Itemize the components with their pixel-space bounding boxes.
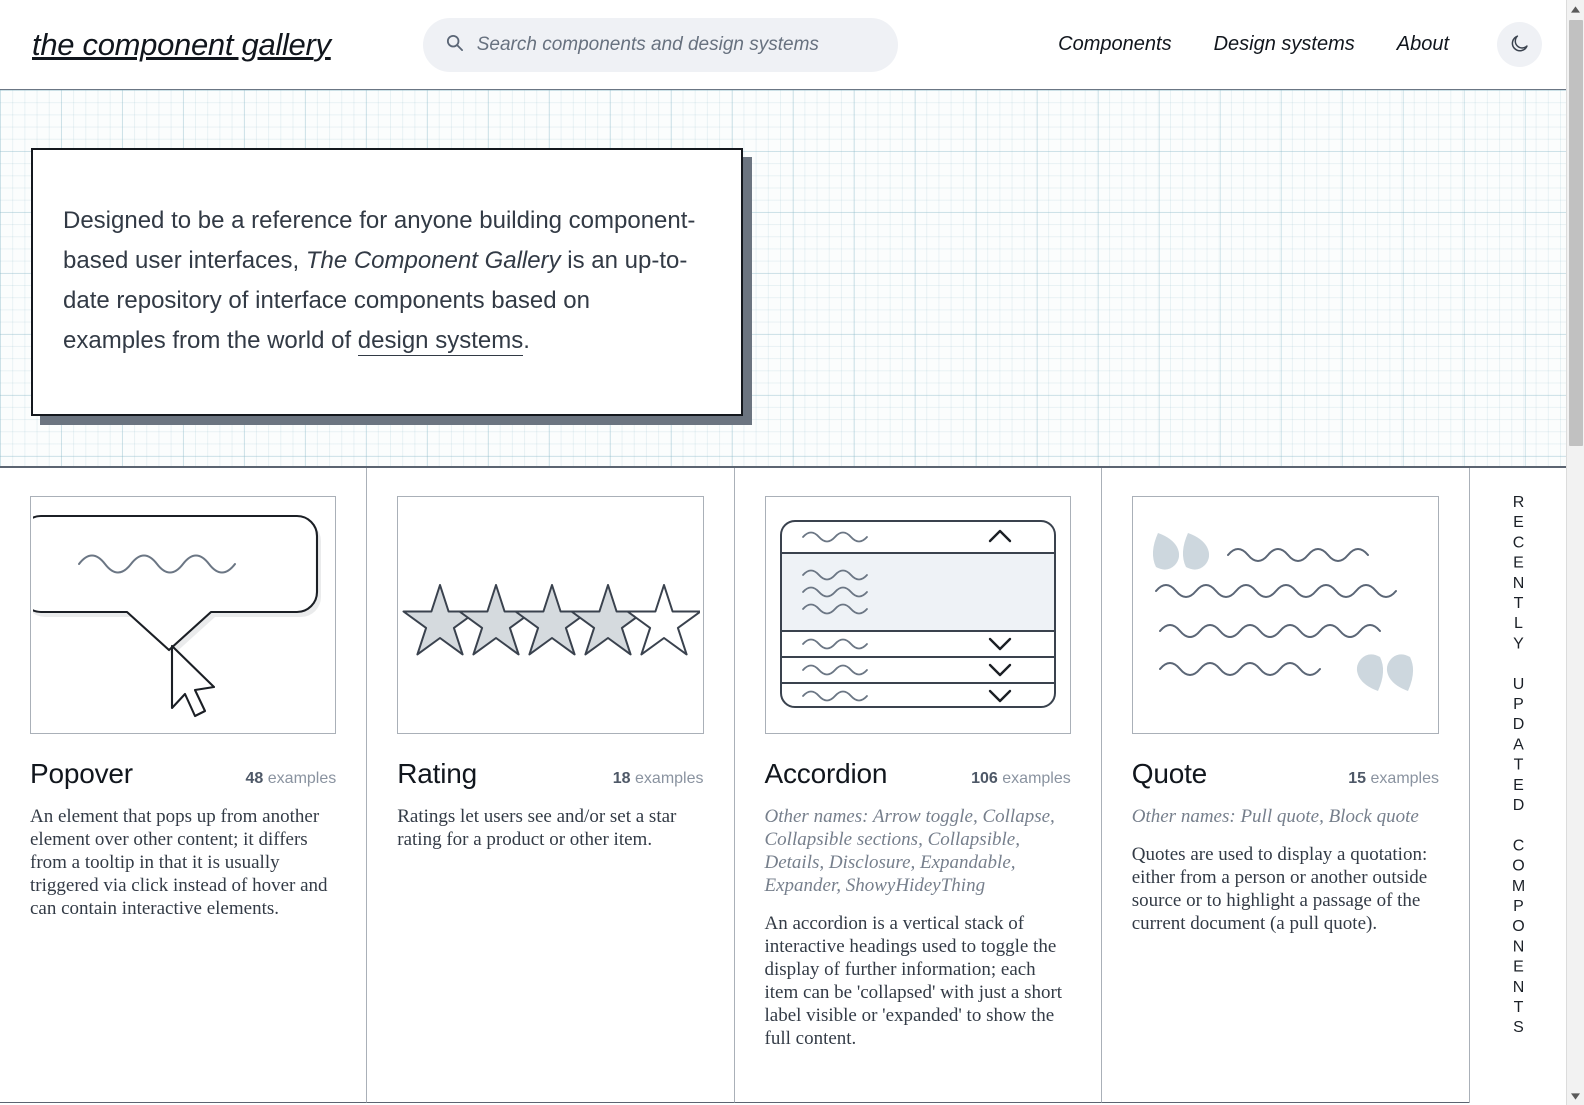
card-count-unit: examples xyxy=(1370,770,1439,787)
component-card-popover[interactable]: Popover 48 examples An element that pops… xyxy=(0,468,368,1103)
scroll-down-arrow-icon[interactable] xyxy=(1567,1087,1584,1105)
card-count: 48 examples xyxy=(246,770,337,788)
card-count-unit: examples xyxy=(267,770,337,787)
page-root: the component gallery Components Design … xyxy=(0,0,1566,1105)
card-count-number: 18 xyxy=(612,770,631,787)
card-header: Rating 18 examples xyxy=(397,758,703,790)
card-count-unit: examples xyxy=(1002,770,1071,787)
nav-item-design-systems[interactable]: Design systems xyxy=(1214,33,1355,56)
rail-label: RECENTLY UPDATED COMPONENTS xyxy=(1510,494,1527,1040)
site-logo[interactable]: the component gallery xyxy=(32,27,331,63)
card-title: Rating xyxy=(397,758,477,789)
component-card-rating[interactable]: Rating 18 examples Ratings let users see… xyxy=(367,468,735,1103)
popover-illustration xyxy=(30,496,337,734)
card-description: Quotes are used to display a quotation: … xyxy=(1131,844,1428,934)
card-count-unit: examples xyxy=(635,770,704,787)
card-count: 106 examples xyxy=(971,770,1071,788)
component-card-quote[interactable]: Quote 15 examples Other names: Pull quot… xyxy=(1101,468,1469,1103)
card-header: Accordion 106 examples xyxy=(765,758,1071,790)
component-grid: Popover 48 examples An element that pops… xyxy=(0,468,1470,1103)
rating-illustration xyxy=(397,496,704,734)
card-title: Popover xyxy=(30,758,133,789)
card-count: 15 examples xyxy=(1348,770,1439,788)
card-aliases: Other names: Arrow toggle, Collapse, Col… xyxy=(764,806,1055,896)
hero-section: Designed to be a reference for anyone bu… xyxy=(0,90,1566,468)
card-header: Quote 15 examples xyxy=(1132,758,1439,790)
hero-emphasis: The Component Gallery xyxy=(305,247,561,274)
scrollbar-thumb[interactable] xyxy=(1569,20,1583,446)
recently-updated-rail: RECENTLY UPDATED COMPONENTS xyxy=(1470,468,1566,1103)
card-description: Ratings let users see and/or set a star … xyxy=(397,806,677,850)
vertical-scrollbar[interactable] xyxy=(1566,0,1584,1105)
content-area: Popover 48 examples An element that pops… xyxy=(0,468,1566,1103)
quote-illustration xyxy=(1131,496,1439,734)
component-card-accordion[interactable]: Accordion 106 examples Other names: Arro… xyxy=(734,468,1102,1103)
browser-viewport: the component gallery Components Design … xyxy=(0,0,1584,1105)
site-header: the component gallery Components Design … xyxy=(0,0,1566,90)
search-input[interactable] xyxy=(476,33,876,56)
card-aliases: Other names: Pull quote, Block quote xyxy=(1131,806,1419,827)
theme-toggle-button[interactable] xyxy=(1497,22,1542,67)
nav-item-about[interactable]: About xyxy=(1397,33,1449,56)
search-icon xyxy=(445,33,464,57)
card-count: 18 examples xyxy=(613,770,704,788)
card-title: Accordion xyxy=(764,758,888,789)
hero-text-part-3: . xyxy=(523,327,530,354)
main-nav: Components Design systems About xyxy=(1058,22,1542,67)
hero-paragraph: Designed to be a reference for anyone bu… xyxy=(63,201,697,361)
card-description: An element that pops up from another ele… xyxy=(30,806,328,919)
card-title: Quote xyxy=(1131,758,1208,789)
nav-item-components[interactable]: Components xyxy=(1058,33,1171,56)
hero-card: Designed to be a reference for anyone bu… xyxy=(31,148,743,416)
accordion-illustration xyxy=(764,496,1071,734)
search-bar[interactable] xyxy=(422,17,898,72)
moon-icon xyxy=(1509,33,1530,57)
card-count-number: 15 xyxy=(1348,770,1367,787)
card-count-number: 48 xyxy=(245,770,264,787)
hero-design-systems-link[interactable]: design systems xyxy=(357,327,524,356)
scroll-up-arrow-icon[interactable] xyxy=(1567,0,1584,18)
card-header: Popover 48 examples xyxy=(30,758,336,790)
card-description: An accordion is a vertical stack of inte… xyxy=(764,913,1063,1049)
card-count-number: 106 xyxy=(971,770,998,787)
